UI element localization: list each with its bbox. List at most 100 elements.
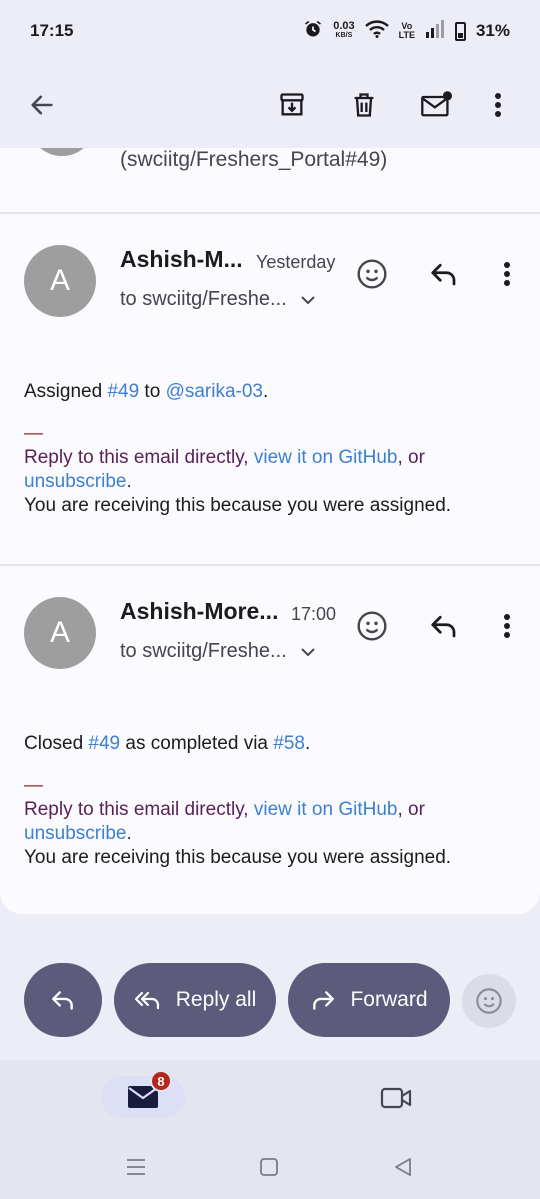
- battery-percent: 31%: [475, 21, 510, 40]
- emoji-react-bottom-button[interactable]: [462, 974, 516, 1028]
- thread-card: (swciitg/Freshers_Portal#49) A Ashish-M.…: [0, 148, 540, 914]
- more-vert-icon: [504, 262, 510, 286]
- nav-meet-tab[interactable]: [378, 1080, 414, 1116]
- reply-icon: [431, 615, 456, 638]
- status-icons: 0.03 KB/S Vo LTE 31%: [303, 19, 510, 44]
- body-middle: to: [139, 381, 166, 402]
- forward-icon: [313, 991, 335, 1010]
- system-navigation-bar: [0, 1152, 540, 1182]
- status-time: 17:15: [30, 21, 74, 40]
- footer-dash: —: [24, 775, 43, 796]
- body-middle: as completed via: [120, 733, 274, 754]
- reply-all-icon: [134, 991, 159, 1010]
- reply-button[interactable]: [426, 608, 462, 644]
- net-speed-unit: KB/S: [335, 32, 353, 39]
- footer-reply-text: Reply to this email directly,: [24, 799, 254, 820]
- emoji-react-button[interactable]: [354, 256, 390, 292]
- footer-or-text: , or: [397, 799, 425, 820]
- message-body: Closed #49 as completed via #58.: [24, 732, 524, 756]
- message-more-button[interactable]: [489, 256, 525, 292]
- unsubscribe-link[interactable]: unsubscribe: [24, 823, 126, 844]
- recipient-line[interactable]: to swciitg/Freshe...: [120, 640, 315, 663]
- smiley-icon: [357, 611, 387, 641]
- footer-reason: You are receiving this because you were …: [24, 847, 452, 868]
- reply-button[interactable]: [426, 256, 462, 292]
- top-toolbar: [0, 62, 540, 148]
- reply-actions: Reply all Forward: [0, 963, 540, 1037]
- back-button[interactable]: [24, 87, 60, 123]
- collapsed-subject[interactable]: (swciitg/Freshers_Portal#49): [120, 148, 387, 172]
- footer-dash: —: [24, 423, 43, 444]
- avatar[interactable]: A: [24, 245, 96, 317]
- smiley-icon: [357, 259, 387, 289]
- recipient-text: to swciitg/Freshe...: [120, 640, 287, 662]
- body-suffix: .: [304, 733, 311, 754]
- reply-all-button[interactable]: Reply all: [114, 963, 276, 1037]
- unsubscribe-link[interactable]: unsubscribe: [24, 471, 126, 492]
- reply-all-label: Reply all: [175, 988, 257, 1011]
- signal-icon: [425, 19, 445, 43]
- bottom-navigation: 8: [0, 1060, 540, 1199]
- chevron-down-icon: [301, 647, 315, 656]
- back-triangle-icon: [395, 1158, 411, 1176]
- footer-reply-text: Reply to this email directly,: [24, 447, 254, 468]
- footer-or-text: , or: [397, 447, 425, 468]
- wifi-icon: [364, 19, 389, 43]
- mark-unread-button[interactable]: [418, 87, 454, 123]
- archive-button[interactable]: [274, 87, 310, 123]
- forward-label: Forward: [350, 988, 428, 1011]
- body-prefix: Closed: [24, 733, 89, 754]
- net-speed: 0.03 KB/S: [333, 21, 354, 41]
- volte-bottom: LTE: [398, 30, 415, 40]
- more-vert-icon: [495, 93, 501, 117]
- view-on-github-link[interactable]: view it on GitHub: [254, 447, 398, 468]
- delete-button[interactable]: [346, 87, 382, 123]
- message-body: Assigned #49 to @sarika-03.: [24, 380, 524, 404]
- message-time: 17:00: [291, 604, 337, 624]
- message-item: A Ashish-M... Yesterday to swciitg/Fresh…: [0, 214, 540, 564]
- system-back-button[interactable]: [388, 1152, 418, 1182]
- footer-period: .: [126, 471, 132, 492]
- issue-link[interactable]: #49: [107, 381, 139, 402]
- battery-icon: [454, 21, 466, 41]
- emoji-react-button[interactable]: [354, 608, 390, 644]
- avatar[interactable]: A: [24, 597, 96, 669]
- home-square-icon: [260, 1158, 278, 1176]
- issue-link[interactable]: #49: [88, 733, 120, 754]
- recents-button[interactable]: [121, 1152, 151, 1182]
- reply-pill-button[interactable]: [24, 963, 102, 1037]
- sender-name: Ashish-More...: [120, 598, 279, 624]
- pull-request-link[interactable]: #58: [273, 733, 305, 754]
- more-vert-icon: [504, 614, 510, 638]
- alarm-icon: [303, 19, 323, 44]
- home-button[interactable]: [254, 1152, 284, 1182]
- message-item: A Ashish-More... 17:00 to swciitg/Freshe…: [0, 566, 540, 914]
- video-camera-icon: [380, 1087, 412, 1109]
- nav-mail-tab[interactable]: [101, 1076, 185, 1118]
- volte-indicator: Vo LTE: [399, 22, 415, 40]
- footer-reason: You are receiving this because you were …: [24, 495, 452, 516]
- smiley-icon: [476, 988, 502, 1014]
- archive-icon: [280, 93, 304, 116]
- chevron-down-icon: [301, 295, 315, 304]
- recipient-text: to swciitg/Freshe...: [120, 288, 287, 310]
- reply-icon: [431, 263, 456, 286]
- message-more-button[interactable]: [489, 608, 525, 644]
- sender-name: Ashish-M...: [120, 246, 243, 272]
- reply-icon: [52, 991, 73, 1010]
- mark-unread-icon: [421, 91, 452, 117]
- body-suffix: .: [263, 381, 269, 402]
- status-bar: 17:15 0.03 KB/S Vo LTE 31%: [0, 0, 540, 62]
- message-footer: — Reply to this email directly, view it …: [24, 774, 524, 870]
- collapsed-avatar: [34, 148, 90, 156]
- unread-count-badge: 8: [150, 1070, 172, 1092]
- footer-period: .: [126, 823, 132, 844]
- message-footer: — Reply to this email directly, view it …: [24, 422, 524, 518]
- recents-icon: [127, 1159, 145, 1175]
- message-time: Yesterday: [256, 252, 336, 272]
- user-mention-link[interactable]: @sarika-03: [166, 381, 263, 402]
- recipient-line[interactable]: to swciitg/Freshe...: [120, 288, 315, 311]
- view-on-github-link[interactable]: view it on GitHub: [254, 799, 398, 820]
- more-options-button[interactable]: [480, 87, 516, 123]
- forward-button[interactable]: Forward: [288, 963, 450, 1037]
